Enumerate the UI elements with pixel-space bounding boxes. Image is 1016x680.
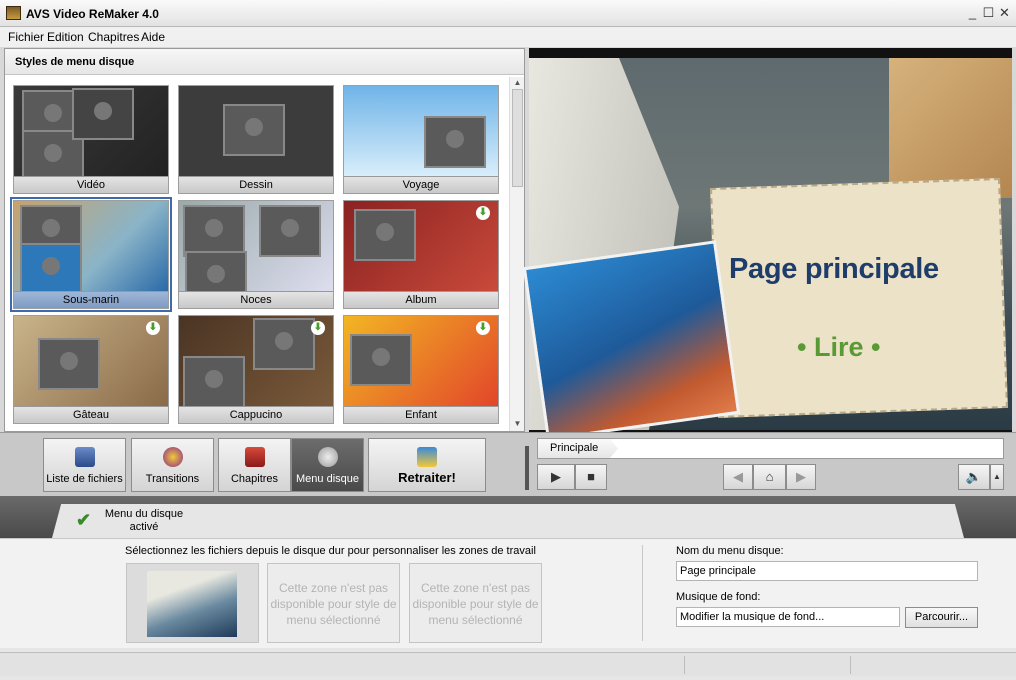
toolbar-divider xyxy=(525,446,529,490)
menu-edition[interactable]: Edition xyxy=(47,30,84,44)
style-tile-label: Gâteau xyxy=(14,406,168,423)
download-icon: ⬇ xyxy=(146,321,160,335)
styles-panel: Styles de menu disque Vidéo Dessin Voyag… xyxy=(4,48,525,432)
disc-menu-icon xyxy=(317,447,338,467)
home-icon: ⌂ xyxy=(765,469,774,484)
status-bar xyxy=(0,652,1016,676)
chevron-left-icon: ◀ xyxy=(733,469,743,484)
stop-button[interactable]: ■ xyxy=(575,464,607,490)
style-tile-cappucino[interactable]: ⬇ Cappucino xyxy=(178,315,334,424)
volume-button[interactable]: 🔈 xyxy=(958,464,990,490)
music-label: Musique de fond: xyxy=(676,591,761,603)
transitions-label: Transitions xyxy=(145,473,200,485)
file-list-icon xyxy=(74,447,95,467)
chapter-breadcrumb: Principale xyxy=(537,438,1004,459)
transitions-icon xyxy=(162,447,183,467)
minimize-button[interactable]: _ xyxy=(966,6,979,19)
style-tile-label: Noces xyxy=(179,291,333,308)
style-tile-voyage[interactable]: Voyage xyxy=(343,85,499,194)
status-divider xyxy=(684,656,685,674)
disc-menu-label: Menu disque xyxy=(296,473,359,485)
media-slot-2: Cette zone n'est pas disponible pour sty… xyxy=(267,563,400,643)
menu-name-label: Nom du menu disque: xyxy=(676,545,784,557)
preview-menu-title[interactable]: Page principale xyxy=(729,253,939,286)
disc-menu-button[interactable]: Menu disque xyxy=(291,438,364,492)
close-button[interactable]: ✕ xyxy=(998,6,1011,19)
scroll-down-icon[interactable]: ▼ xyxy=(512,419,523,429)
music-input[interactable]: Modifier la musique de fond... xyxy=(676,607,900,627)
checkbox-checked-icon[interactable]: ✔ xyxy=(76,510,96,530)
style-tile-sous-marin[interactable]: Sous-marin xyxy=(10,197,172,312)
chapters-label: Chapitres xyxy=(230,473,279,485)
chapters-icon xyxy=(244,447,265,467)
style-tile-label: Vidéo xyxy=(14,176,168,193)
style-tile-video[interactable]: Vidéo xyxy=(13,85,169,194)
volume-dropdown-button[interactable]: ▲ xyxy=(990,464,1004,490)
chevron-right-icon: ▶ xyxy=(796,469,806,484)
style-tile-noces[interactable]: Noces xyxy=(178,200,334,309)
redo-button[interactable]: Retraiter! xyxy=(368,438,486,492)
redo-icon xyxy=(417,447,437,467)
settings-content: Sélectionnez les fichiers depuis le disq… xyxy=(0,538,1016,648)
download-icon: ⬇ xyxy=(476,321,490,335)
style-tile-label: Dessin xyxy=(179,176,333,193)
content-separator xyxy=(642,545,643,641)
chapters-button[interactable]: Chapitres xyxy=(218,438,291,492)
style-tile-enfant[interactable]: ⬇ Enfant xyxy=(343,315,499,424)
chapter-tab[interactable]: Principale xyxy=(538,439,618,458)
style-tile-label: Enfant xyxy=(344,406,498,423)
slot-thumbnail xyxy=(147,571,237,637)
settings-area: ✔ Menu du disque activé Sélectionnez les… xyxy=(0,496,1016,680)
home-button[interactable]: ⌂ xyxy=(753,464,786,490)
menu-preview: Page principale • Lire • xyxy=(522,48,1012,441)
download-icon: ⬇ xyxy=(476,206,490,220)
status-divider xyxy=(850,656,851,674)
play-button[interactable]: ▶ xyxy=(537,464,575,490)
download-icon: ⬇ xyxy=(311,321,325,335)
preview-coral-image xyxy=(522,240,741,441)
style-tile-label: Voyage xyxy=(344,176,498,193)
stop-icon: ■ xyxy=(587,469,595,484)
style-tile-album[interactable]: ⬇ Album xyxy=(343,200,499,309)
file-list-label: Liste de fichiers xyxy=(46,473,123,485)
style-tile-label: Album xyxy=(344,291,498,308)
file-list-button[interactable]: Liste de fichiers xyxy=(43,438,126,492)
menu-chapitres[interactable]: Chapitres xyxy=(88,30,139,44)
scroll-thumb[interactable] xyxy=(512,89,523,187)
style-tile-label: Sous-marin xyxy=(14,291,168,308)
media-slot-3: Cette zone n'est pas disponible pour sty… xyxy=(409,563,542,643)
preview-parchment xyxy=(710,178,1008,418)
chevron-up-icon: ▲ xyxy=(993,472,1001,481)
media-slot-1[interactable] xyxy=(126,563,259,643)
speaker-icon: 🔈 xyxy=(965,469,983,484)
transitions-button[interactable]: Transitions xyxy=(131,438,214,492)
styles-panel-title: Styles de menu disque xyxy=(15,56,135,68)
tab-disc-menu[interactable] xyxy=(52,504,964,538)
app-icon xyxy=(6,6,21,20)
tab-disc-menu-label: Menu du disque activé xyxy=(104,508,184,533)
style-tile-gateau[interactable]: ⬇ Gâteau xyxy=(13,315,169,424)
title-bar: AVS Video ReMaker 4.0 _ ☐ ✕ xyxy=(0,0,1016,27)
menu-bar: Fichier Edition Chapitres Aide xyxy=(0,27,1016,47)
menu-name-input[interactable]: Page principale xyxy=(676,561,978,581)
styles-scrollbar[interactable]: ▲ ▼ xyxy=(509,77,524,431)
menu-fichier[interactable]: Fichier xyxy=(8,30,44,44)
browse-button[interactable]: Parcourir... xyxy=(905,607,978,628)
prev-page-button[interactable]: ◀ xyxy=(723,464,753,490)
scroll-up-icon[interactable]: ▲ xyxy=(512,78,523,88)
instruction-text: Sélectionnez les fichiers depuis le disq… xyxy=(125,545,536,557)
style-tile-dessin[interactable]: Dessin xyxy=(178,85,334,194)
tab-strip: ✔ Menu du disque activé xyxy=(0,496,1016,538)
play-icon: ▶ xyxy=(551,469,561,484)
redo-label: Retraiter! xyxy=(398,470,456,485)
menu-aide[interactable]: Aide xyxy=(141,30,165,44)
preview-sand-image xyxy=(889,58,1012,198)
style-tile-label: Cappucino xyxy=(179,406,333,423)
app-title: AVS Video ReMaker 4.0 xyxy=(26,7,159,21)
styles-panel-header: Styles de menu disque xyxy=(5,49,524,75)
maximize-button[interactable]: ☐ xyxy=(982,6,995,19)
next-page-button[interactable]: ▶ xyxy=(786,464,816,490)
preview-play-link[interactable]: • Lire • xyxy=(797,332,880,363)
